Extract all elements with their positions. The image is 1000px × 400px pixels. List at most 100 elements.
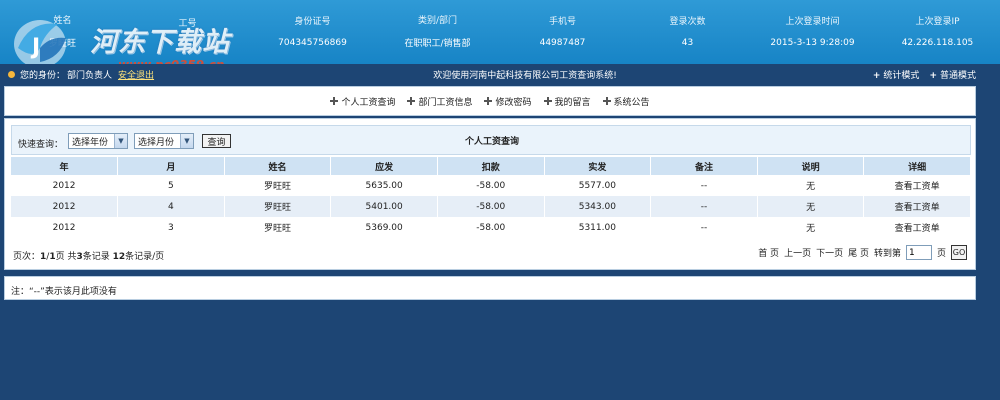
plus-icon: + xyxy=(872,71,881,81)
info-header: 工号 xyxy=(178,19,197,30)
info-header: 手机号 xyxy=(548,16,576,27)
table-cell: 2012 xyxy=(11,196,119,217)
info-col-phone: 手机号 44987487 xyxy=(500,0,625,64)
info-header: 身份证号 xyxy=(294,16,331,27)
note-text: 注：“--”表示该月此项没有 xyxy=(11,287,117,297)
info-col-last-login-ip: 上次登录IP 42.226.118.105 xyxy=(875,0,1000,64)
goto-suffix: 页 xyxy=(936,249,946,259)
info-header: 姓名 xyxy=(53,16,72,26)
info-value: 2015-3-13 9:28:09 xyxy=(770,38,855,49)
table-cell: 5577.00 xyxy=(544,175,652,196)
column-header: 扣款 xyxy=(437,157,545,175)
table-cell: 2012 xyxy=(11,175,119,196)
table-cell: 5 xyxy=(117,175,225,196)
nav-item-announcements[interactable]: 系统公告 xyxy=(602,95,650,108)
table-cell: -58.00 xyxy=(437,175,545,196)
info-value: 44987487 xyxy=(539,38,586,49)
info-value: 704345756869 xyxy=(278,38,347,49)
stats-mode-link[interactable]: + 统计模式 xyxy=(873,68,920,81)
table-cell: 5311.00 xyxy=(544,217,652,238)
user-info-bar: 姓名 罗旺旺 工号 身份证号 704345756869 类别/部门 在职职工/销… xyxy=(0,0,1000,72)
go-button[interactable]: GO xyxy=(951,245,967,260)
note-panel: 注：“--”表示该月此项没有 xyxy=(4,276,976,300)
nav-item-label: 我的留言 xyxy=(554,97,591,108)
info-header: 登录次数 xyxy=(669,16,706,27)
normal-mode-link[interactable]: + 普通模式 xyxy=(929,68,976,81)
info-col-department: 类别/部门 在职职工/销售部 xyxy=(375,0,500,64)
table-cell: -58.00 xyxy=(437,196,545,217)
nav-item-label: 系统公告 xyxy=(613,97,650,108)
info-value: 在职职工/销售部 xyxy=(404,39,471,49)
nav-item-label: 个人工资查询 xyxy=(341,97,396,108)
table-cell: 2012 xyxy=(11,217,119,238)
first-page-link[interactable]: 首 页 xyxy=(758,246,779,259)
page-info-prefix: 页次： xyxy=(13,252,41,262)
view-payslip-link[interactable]: 查看工资单 xyxy=(895,182,940,192)
column-header: 应发 xyxy=(330,157,438,175)
goto-label: 转到第 xyxy=(873,249,901,259)
table-cell-detail: 查看工资单 xyxy=(863,196,971,217)
info-header: 上次登录IP xyxy=(915,16,960,27)
info-col-id-number: 身份证号 704345756869 xyxy=(250,0,375,64)
table-cell: 4 xyxy=(117,196,225,217)
next-page-link[interactable]: 下一页 xyxy=(816,246,843,259)
plus-icon xyxy=(602,97,611,105)
column-header: 备注 xyxy=(650,157,758,175)
nav-item-my-messages[interactable]: 我的留言 xyxy=(543,95,591,108)
panel-title: 个人工资查询 xyxy=(464,137,519,147)
view-payslip-link[interactable]: 查看工资单 xyxy=(895,203,940,213)
status-bar: 您的身份： 部门负责人 安全退出 欢迎使用河南中起科技有限公司工资查询系统! +… xyxy=(0,64,1000,84)
normal-mode-label: 普通模式 xyxy=(939,71,976,81)
table-cell-detail: 查看工资单 xyxy=(863,217,971,238)
plus-icon: + xyxy=(929,71,937,81)
table-cell: -- xyxy=(650,196,758,217)
table-cell: -- xyxy=(650,175,758,196)
table-cell: 3 xyxy=(117,217,225,238)
table-cell: 5635.00 xyxy=(330,175,438,196)
per-page-label: 条记录/页 xyxy=(125,252,165,262)
table-cell: -58.00 xyxy=(437,217,545,238)
table-row: 2012 5 罗旺旺 5635.00 -58.00 5577.00 -- 无 查… xyxy=(11,175,971,196)
table-cell: 5369.00 xyxy=(330,217,438,238)
nav-item-change-password[interactable]: 修改密码 xyxy=(484,95,532,108)
nav-item-department-salary[interactable]: 部门工资信息 xyxy=(407,95,472,108)
table-cell: 罗旺旺 xyxy=(224,217,332,238)
pagination-bar: 页次：1/1页 共3条记录 12条记录/页 首 页 上一页 下一页 尾 页 转到… xyxy=(11,243,971,263)
table-row: 2012 4 罗旺旺 5401.00 -58.00 5343.00 -- 无 查… xyxy=(11,196,971,217)
table-cell: 5401.00 xyxy=(330,196,438,217)
table-row: 2012 3 罗旺旺 5369.00 -58.00 5311.00 -- 无 查… xyxy=(11,217,971,238)
nav-item-personal-salary[interactable]: 个人工资查询 xyxy=(330,95,395,108)
nav-item-label: 修改密码 xyxy=(495,97,532,108)
records-label: 条记录 xyxy=(82,252,113,262)
table-cell: 罗旺旺 xyxy=(224,196,332,217)
info-value: 罗旺旺 xyxy=(48,39,76,49)
welcome-message: 欢迎使用河南中起科技有限公司工资查询系统! xyxy=(433,71,617,81)
column-header: 实发 xyxy=(544,157,652,175)
column-header: 详细 xyxy=(863,157,971,175)
info-col-employee-id: 工号 xyxy=(125,0,250,64)
prev-page-link[interactable]: 上一页 xyxy=(784,246,811,259)
info-value: 42.226.118.105 xyxy=(901,38,974,49)
page-label: 页 共 xyxy=(55,252,77,262)
table-cell-detail: 查看工资单 xyxy=(863,175,971,196)
last-page-link[interactable]: 尾 页 xyxy=(848,246,869,259)
info-col-login-count: 登录次数 43 xyxy=(625,0,750,64)
column-header: 姓名 xyxy=(224,157,332,175)
info-col-name: 姓名 罗旺旺 xyxy=(0,0,125,64)
table-cell: 罗旺旺 xyxy=(224,175,332,196)
column-header: 月 xyxy=(117,157,225,175)
table-cell: 5343.00 xyxy=(544,196,652,217)
view-payslip-link[interactable]: 查看工资单 xyxy=(895,224,940,234)
info-col-last-login-time: 上次登录时间 2015-3-13 9:28:09 xyxy=(750,0,875,64)
table-cell: -- xyxy=(650,217,758,238)
plus-icon xyxy=(543,97,552,105)
table-cell: 无 xyxy=(757,175,865,196)
plus-icon xyxy=(484,97,493,105)
stats-mode-label: 统计模式 xyxy=(883,71,920,81)
per-page-count: 12 xyxy=(112,252,126,262)
salary-query-panel: 快速查询： 选择年份 ▼ 选择月份 ▼ 查询 个人工资查询 年 月 姓名 应发 … xyxy=(4,118,976,270)
quick-query-bar: 快速查询： 选择年份 ▼ 选择月份 ▼ 查询 个人工资查询 xyxy=(11,125,971,155)
goto-page-input[interactable] xyxy=(905,245,932,260)
column-header: 年 xyxy=(11,157,119,175)
info-header: 类别/部门 xyxy=(417,16,458,26)
